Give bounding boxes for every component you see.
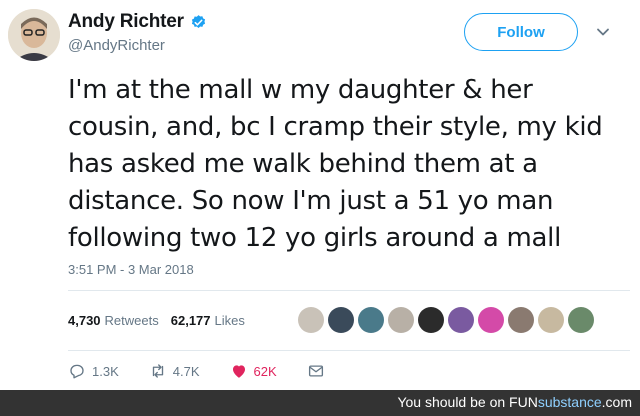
retweets-count[interactable]: 4,730	[68, 313, 101, 328]
liker-avatar[interactable]	[328, 307, 354, 333]
watermark-brand-substance: substance	[537, 394, 602, 410]
envelope-icon	[308, 365, 323, 377]
heart-icon	[232, 365, 245, 378]
reply-count: 1.3K	[92, 363, 119, 379]
liker-avatar[interactable]	[388, 307, 414, 333]
like-count: 62K	[253, 363, 277, 379]
direct-message-button[interactable]	[307, 362, 325, 380]
watermark-bar: You should be on FUNsubstance.com	[0, 390, 640, 416]
display-name[interactable]: Andy Richter	[68, 11, 184, 33]
timestamp[interactable]: 3:51 PM - 3 Mar 2018	[68, 262, 194, 277]
watermark-suffix: .com	[601, 394, 632, 410]
handle[interactable]: @AndyRichter	[68, 37, 165, 54]
likes-count[interactable]: 62,177	[171, 313, 211, 328]
engagement-stats: 4,730 Retweets 62,177 Likes	[68, 313, 253, 328]
chevron-down-icon[interactable]	[596, 25, 610, 39]
name-row: Andy Richter	[68, 11, 207, 33]
liker-avatar[interactable]	[538, 307, 564, 333]
divider	[68, 350, 630, 351]
liker-avatar[interactable]	[358, 307, 384, 333]
action-bar: 1.3K 4.7K 62K	[68, 362, 355, 380]
avatar[interactable]	[8, 9, 60, 61]
liker-avatar[interactable]	[418, 307, 444, 333]
avatar-image	[8, 9, 60, 61]
likes-label[interactable]: Likes	[215, 313, 245, 328]
watermark-brand-fun: FUN	[509, 394, 538, 410]
like-button[interactable]: 62K	[230, 362, 277, 380]
liker-avatar[interactable]	[298, 307, 324, 333]
tweet-card: Andy Richter @AndyRichter Follow I'm at …	[0, 0, 640, 390]
liker-avatar[interactable]	[568, 307, 594, 333]
liker-avatar[interactable]	[478, 307, 504, 333]
tweet-text: I'm at the mall w my daughter & her cous…	[68, 75, 603, 253]
retweet-icon	[152, 364, 163, 378]
watermark-prefix: You should be on	[397, 394, 510, 410]
liker-avatars	[298, 307, 594, 333]
watermark-text[interactable]: You should be on FUNsubstance.com	[397, 394, 632, 410]
divider	[68, 290, 630, 291]
retweet-button[interactable]: 4.7K	[149, 362, 200, 380]
reply-icon	[70, 364, 84, 379]
reply-button[interactable]: 1.3K	[68, 362, 119, 380]
liker-avatar[interactable]	[448, 307, 474, 333]
retweets-label[interactable]: Retweets	[105, 313, 159, 328]
retweet-count: 4.7K	[172, 363, 200, 379]
liker-avatar[interactable]	[508, 307, 534, 333]
follow-button[interactable]: Follow	[464, 13, 578, 51]
verified-badge-icon	[190, 14, 207, 31]
